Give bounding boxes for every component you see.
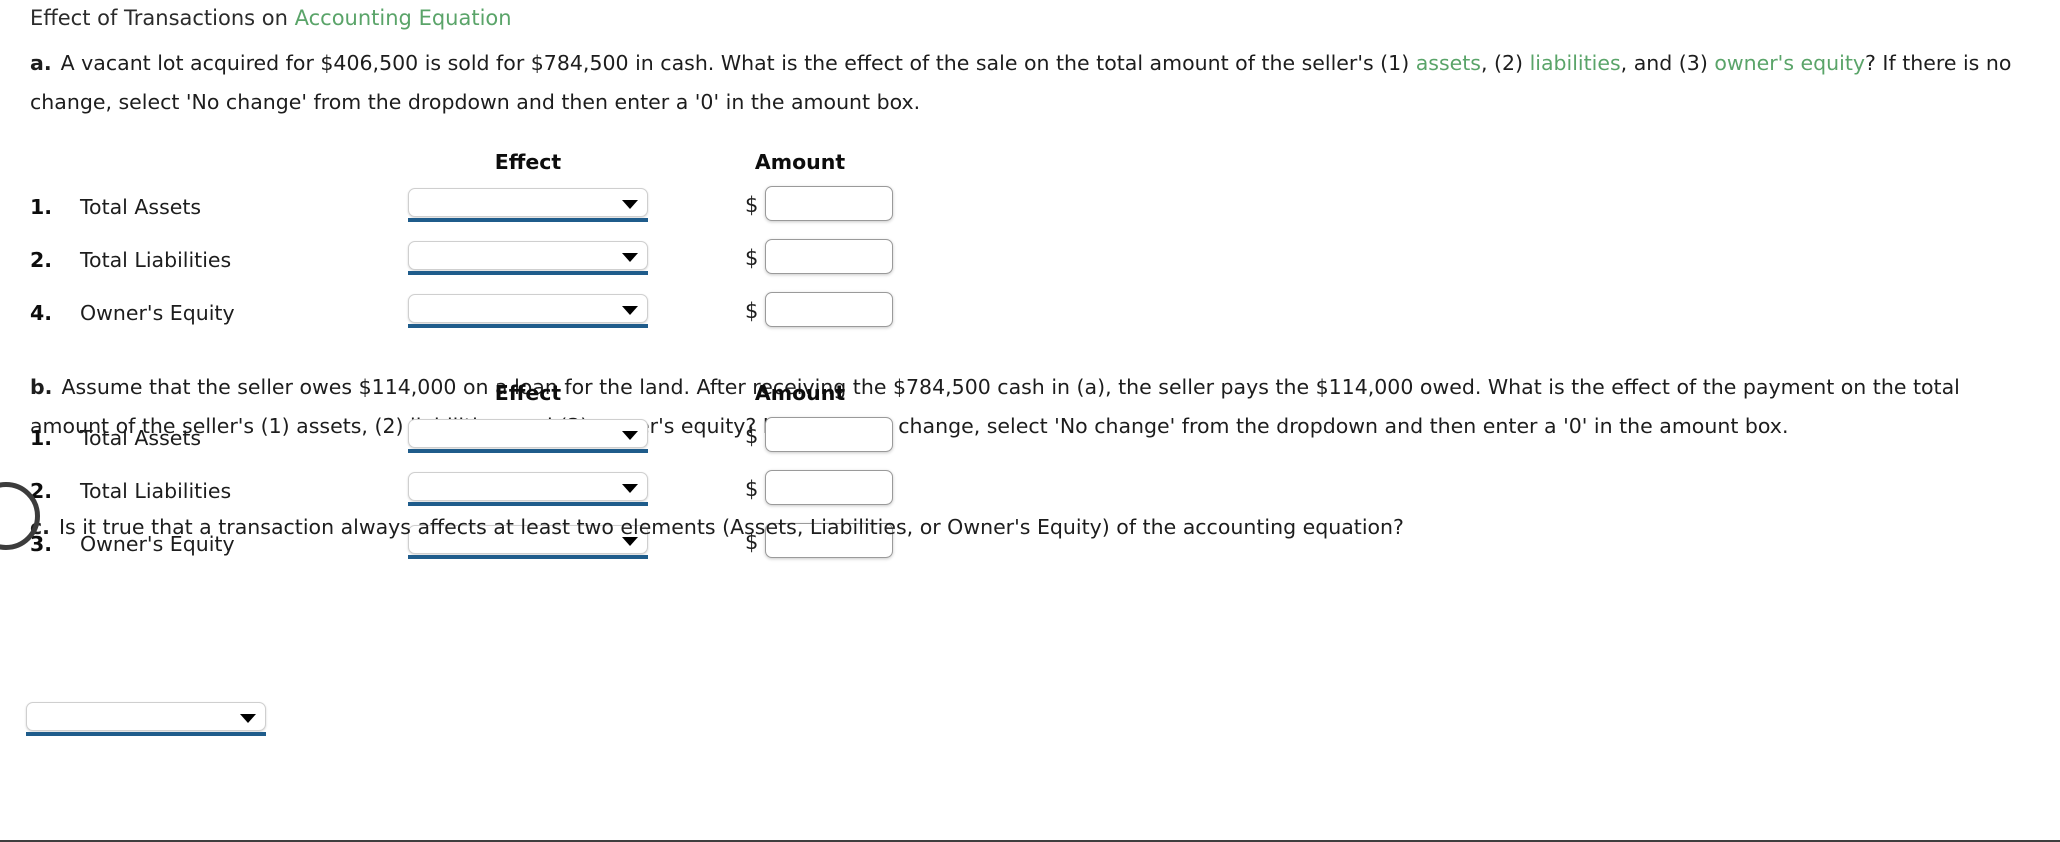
table-b-row-0-amount-group: $ xyxy=(745,417,965,455)
page-title-accent: Accounting Equation xyxy=(294,6,512,30)
question-a-link-assets[interactable]: assets xyxy=(1416,51,1481,75)
question-a-link-owners-equity[interactable]: owner's equity xyxy=(1714,51,1865,75)
question-a: a. A vacant lot acquired for $406,500 is … xyxy=(30,44,2040,122)
dollar-sign-icon: $ xyxy=(745,193,759,217)
chevron-down-icon xyxy=(622,431,638,440)
question-c: c. Is it true that a transaction always a… xyxy=(30,508,2040,547)
dollar-sign-icon: $ xyxy=(745,477,759,501)
dollar-sign-icon: $ xyxy=(745,424,759,448)
page-title: Effect of Transactions on Accounting Equ… xyxy=(30,4,512,32)
question-c-text: Is it true that a transaction always aff… xyxy=(58,515,1404,539)
effect-table-a: Effect Amount 1. Total Assets $ 2. Total… xyxy=(0,150,1000,343)
table-b-header-row: Effect Amount xyxy=(0,381,1000,415)
table-a-row-0-effect-select[interactable] xyxy=(408,188,648,222)
select-box[interactable] xyxy=(26,702,266,731)
table-a-row-1-amount-group: $ xyxy=(745,239,965,277)
question-a-text-1: A vacant lot acquired for $406,500 is so… xyxy=(60,51,1416,75)
table-a-row-0-amount-input[interactable] xyxy=(765,186,893,221)
select-underline xyxy=(408,218,648,222)
question-c-answer-select[interactable] xyxy=(26,702,266,736)
table-row: 1. Total Assets $ xyxy=(0,415,1000,468)
worksheet-page: Effect of Transactions on Accounting Equ… xyxy=(0,0,2060,840)
table-a-header-effect: Effect xyxy=(494,150,562,174)
table-a-row-2-label: Owner's Equity xyxy=(80,301,235,325)
select-box[interactable] xyxy=(408,419,648,448)
select-underline xyxy=(408,324,648,328)
table-b-header-amount: Amount xyxy=(754,381,846,405)
select-box[interactable] xyxy=(408,294,648,323)
chevron-down-icon xyxy=(622,306,638,315)
question-a-text-3: , and (3) xyxy=(1620,51,1715,75)
table-row: 1. Total Assets $ xyxy=(0,184,1000,237)
select-box[interactable] xyxy=(408,188,648,217)
table-a-row-2-number: 4. xyxy=(30,301,53,325)
table-a-row-1-label: Total Liabilities xyxy=(80,248,232,272)
table-b-row-0-amount-input[interactable] xyxy=(765,417,893,452)
chevron-down-icon xyxy=(622,253,638,262)
select-underline xyxy=(408,555,648,559)
table-a-header-amount: Amount xyxy=(754,150,846,174)
question-a-letter: a. xyxy=(30,51,52,75)
table-a-row-0-number: 1. xyxy=(30,195,53,219)
table-a-row-2-amount-group: $ xyxy=(745,292,965,330)
table-b-row-1-effect-select[interactable] xyxy=(408,472,648,506)
chevron-down-icon xyxy=(240,714,256,723)
dollar-sign-icon: $ xyxy=(745,246,759,270)
select-underline xyxy=(408,502,648,506)
select-underline xyxy=(26,732,266,736)
table-a-row-1-amount-input[interactable] xyxy=(765,239,893,274)
select-underline xyxy=(408,449,648,453)
question-a-link-liabilities[interactable]: liabilities xyxy=(1530,51,1621,75)
table-a-header-row: Effect Amount xyxy=(0,150,1000,184)
chevron-down-icon xyxy=(622,200,638,209)
table-a-row-0-label: Total Assets xyxy=(80,195,202,219)
chevron-down-icon xyxy=(622,484,638,493)
table-a-row-2-amount-input[interactable] xyxy=(765,292,893,327)
table-b-row-1-amount-group: $ xyxy=(745,470,965,508)
table-a-row-1-number: 2. xyxy=(30,248,53,272)
table-a-row-0-amount-group: $ xyxy=(745,186,965,224)
table-b-row-0-number: 1. xyxy=(30,426,53,450)
select-box[interactable] xyxy=(408,472,648,501)
select-underline xyxy=(408,271,648,275)
table-row: 2. Total Liabilities $ xyxy=(0,237,1000,290)
table-b-header-effect: Effect xyxy=(494,381,562,405)
table-row: 4. Owner's Equity $ xyxy=(0,290,1000,343)
table-b-row-0-label: Total Assets xyxy=(80,426,202,450)
dollar-sign-icon: $ xyxy=(745,299,759,323)
question-a-text-2: , (2) xyxy=(1480,51,1530,75)
select-box[interactable] xyxy=(408,241,648,270)
table-b-row-1-label: Total Liabilities xyxy=(80,479,232,503)
table-a-row-1-effect-select[interactable] xyxy=(408,241,648,275)
table-a-row-2-effect-select[interactable] xyxy=(408,294,648,328)
table-b-row-1-amount-input[interactable] xyxy=(765,470,893,505)
page-title-plain: Effect of Transactions on xyxy=(30,6,295,30)
table-b-row-0-effect-select[interactable] xyxy=(408,419,648,453)
